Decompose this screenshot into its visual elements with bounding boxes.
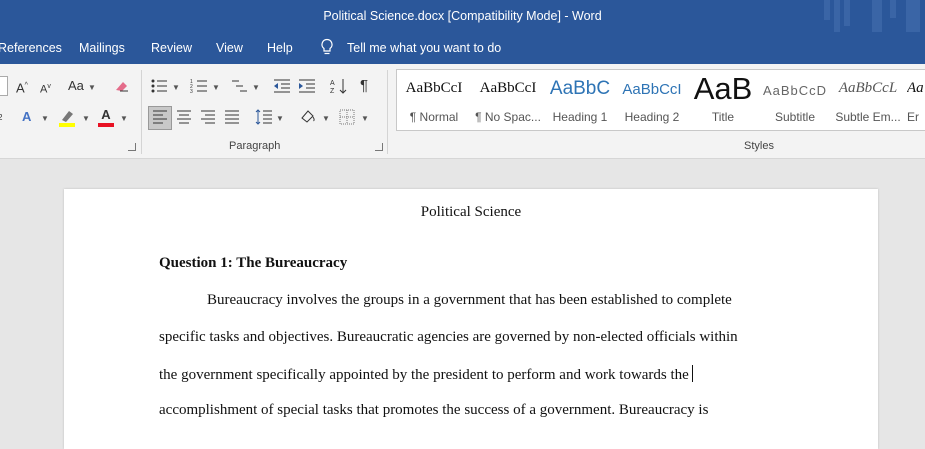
style-name: Heading 2 <box>624 110 680 124</box>
chevron-down-icon[interactable]: ▼ <box>322 114 330 123</box>
shrink-font-icon[interactable]: Av <box>40 79 51 98</box>
tab-mailings[interactable]: Mailings <box>79 32 125 64</box>
styles-gallery: AaBbCcI ¶ Normal AaBbCcI ¶ No Spac... Aa… <box>396 69 925 131</box>
align-right-icon[interactable] <box>200 110 216 124</box>
tell-me-search[interactable]: Tell me what you want to do <box>347 32 501 64</box>
decrease-indent-icon[interactable] <box>273 78 291 94</box>
style-subtitle[interactable]: AaBbCcD Subtitle <box>759 70 831 130</box>
text-effects-icon[interactable]: A <box>22 109 31 125</box>
chevron-down-icon[interactable]: ▼ <box>361 114 369 123</box>
document-header: Political Science <box>420 204 522 220</box>
chevron-down-icon[interactable]: ▼ <box>276 114 284 123</box>
chevron-down-icon[interactable]: ▼ <box>252 83 260 92</box>
styles-group-label: Styles <box>744 140 774 152</box>
style-sample: AaBbC <box>549 78 611 99</box>
font-size-box[interactable] <box>0 76 8 96</box>
style-name: Heading 1 <box>552 110 608 124</box>
style-name: ¶ Normal <box>409 110 459 124</box>
svg-text:3: 3 <box>190 89 193 94</box>
chevron-down-icon[interactable]: ▼ <box>120 114 128 123</box>
ribbon-tabs: References Mailings Review View Help Tel… <box>0 32 925 64</box>
sort-icon[interactable]: AZ <box>330 78 348 94</box>
shading-icon[interactable] <box>298 108 318 126</box>
tab-references[interactable]: References <box>0 32 62 64</box>
style-no-spacing[interactable]: AaBbCcI ¶ No Spac... <box>471 70 545 130</box>
text-cursor <box>691 365 693 382</box>
show-formatting-marks-icon[interactable]: ¶ <box>360 78 368 94</box>
style-name: Er <box>907 110 919 124</box>
paragraph-line: Bureaucracy involves the groups in a gov… <box>207 292 732 308</box>
document-page[interactable]: Political Science Question 1: The Bureau… <box>64 189 878 449</box>
group-separator <box>387 70 388 154</box>
ribbon: A^ Av Aa ▼ 2 A ▼ ▼ A ▼ ▼ 123 ▼ ▼ AZ ¶ ▼ … <box>0 64 925 159</box>
style-sample: AaBbCcD <box>762 83 828 98</box>
document-heading: Question 1: The Bureaucracy <box>159 255 348 271</box>
style-sample: AaBbCcI <box>479 80 537 96</box>
paragraph-line: the government specifically appointed by… <box>159 365 693 384</box>
borders-icon[interactable] <box>339 109 355 125</box>
chevron-down-icon[interactable]: ▼ <box>212 83 220 92</box>
numbering-icon[interactable]: 123 <box>190 78 208 94</box>
lightbulb-icon[interactable] <box>320 32 334 64</box>
svg-text:Z: Z <box>330 88 335 94</box>
style-subtle-emphasis[interactable]: AaBbCcL Subtle Em... <box>831 70 905 130</box>
clear-formatting-icon[interactable] <box>114 78 130 94</box>
window-title: Political Science.docx [Compatibility Mo… <box>323 9 602 23</box>
group-separator <box>141 70 142 154</box>
multilevel-list-icon[interactable] <box>230 78 248 94</box>
title-decoration <box>824 0 920 32</box>
style-normal[interactable]: AaBbCcI ¶ Normal <box>397 70 471 130</box>
svg-text:A: A <box>330 80 335 87</box>
style-name: Title <box>711 110 735 124</box>
subscript-icon[interactable]: 2 <box>0 110 2 126</box>
paragraph-dialog-launcher[interactable] <box>375 143 383 151</box>
tab-review[interactable]: Review <box>151 32 192 64</box>
line-spacing-icon[interactable] <box>255 109 273 125</box>
style-name: Subtitle <box>774 110 816 124</box>
change-case-icon[interactable]: Aa <box>68 78 84 94</box>
chevron-down-icon[interactable]: ▼ <box>172 83 180 92</box>
style-name: Subtle Em... <box>835 110 901 124</box>
justify-icon[interactable] <box>224 110 240 124</box>
highlight-color-icon[interactable] <box>58 108 76 128</box>
paragraph-line: specific tasks and objectives. Bureaucra… <box>159 329 738 345</box>
paragraph-group-label: Paragraph <box>229 140 281 152</box>
bullets-icon[interactable] <box>150 78 168 94</box>
style-sample: AaBbCcL <box>838 80 898 96</box>
chevron-down-icon[interactable]: ▼ <box>88 83 96 92</box>
increase-indent-icon[interactable] <box>298 78 316 94</box>
paragraph-line: accomplishment of special tasks that pro… <box>159 402 709 418</box>
font-color-icon[interactable]: A <box>98 107 114 127</box>
grow-font-icon[interactable]: A^ <box>16 78 28 96</box>
title-bar: Political Science.docx [Compatibility Mo… <box>0 0 925 32</box>
font-dialog-launcher[interactable] <box>128 143 136 151</box>
chevron-down-icon[interactable]: ▼ <box>82 114 90 123</box>
style-emphasis[interactable]: Aa Er <box>907 70 925 130</box>
align-left-icon <box>153 110 167 124</box>
style-heading-2[interactable]: AaBbCcI Heading 2 <box>617 70 687 130</box>
align-center-icon[interactable] <box>176 110 192 124</box>
tab-help[interactable]: Help <box>267 32 293 64</box>
style-name: ¶ No Spac... <box>475 110 541 124</box>
style-sample: AaBbCcI <box>622 81 682 98</box>
paragraph-line-text: the government specifically appointed by… <box>159 367 689 383</box>
style-sample: AaBbCcI <box>405 80 463 96</box>
style-title[interactable]: AaB Title <box>687 70 759 130</box>
tab-view[interactable]: View <box>216 32 243 64</box>
style-sample: Aa <box>907 80 924 96</box>
style-sample: AaB <box>693 71 753 106</box>
style-heading-1[interactable]: AaBbC Heading 1 <box>545 70 615 130</box>
chevron-down-icon[interactable]: ▼ <box>41 114 49 123</box>
